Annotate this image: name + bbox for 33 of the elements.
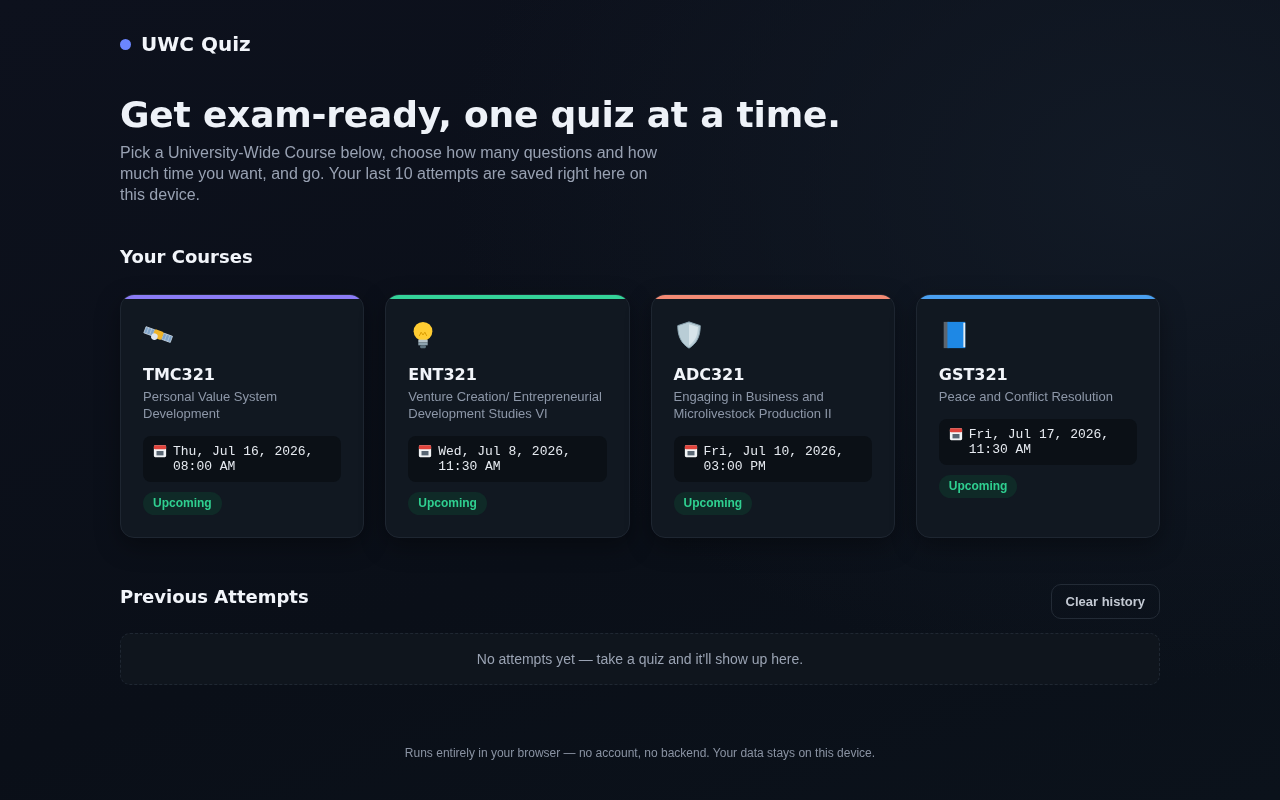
status-badge: Upcoming: [408, 492, 487, 515]
calendar-icon: [153, 444, 167, 458]
exam-date: Thu, Jul 16, 2026, 08:00 AM: [173, 444, 315, 474]
exam-date: Fri, Jul 10, 2026, 03:00 PM: [703, 444, 845, 474]
course-title: Peace and Conflict Resolution: [938, 388, 1113, 405]
course-code: GST321: [938, 364, 1008, 386]
footer-note: Runs entirely in your browser — no account, no backend. Your data stays on this device.: [404, 746, 876, 760]
hero-subtitle: Pick a University-Wide Course below, choose how many questions and how much time you want, and go. Your last 10 attempts are saved right here on this device.: [120, 143, 659, 205]
course-title: Personal Value System Development: [143, 388, 279, 422]
calendar-icon: [683, 444, 698, 458]
course-card[interactable]: ENT321 Venture Creation/ Entrepreneurial Development Studies VI Wed, Jul 8, 2026, 11:30 AM Upcoming: [385, 294, 630, 538]
empty-message: No attempts yet — take a quiz and it'll show up here.: [476, 651, 804, 667]
hero-title: Get exam-ready, one quiz at a time.: [120, 93, 841, 137]
brand-name: UWC Quiz: [141, 32, 251, 56]
course-title: Engaging in Business and Microlivestock Production II: [673, 388, 833, 422]
course-title: Venture Creation/ Entrepreneurial Development Studies VI: [408, 388, 603, 422]
calendar-icon: [418, 444, 433, 458]
exam-date: Wed, Jul 8, 2026, 11:30 AM: [438, 444, 572, 474]
course-code: ADC321: [673, 364, 745, 386]
brand-dot-icon: [120, 38, 131, 50]
status-badge: Upcoming: [673, 492, 753, 515]
clear-history-button[interactable]: Clear history: [1050, 584, 1160, 619]
section-heading: Previous Attempts: [120, 584, 309, 609]
course-card[interactable]: TMC321 Personal Value System Development Thu, Jul 16, 2026, 08:00 AM Upcoming: [120, 294, 365, 538]
status-badge: Upcoming: [143, 492, 222, 515]
status-badge: Upcoming: [938, 475, 1018, 498]
calendar-icon: [948, 427, 963, 441]
section-heading: Your Courses: [120, 245, 253, 269]
exam-date: Fri, Jul 17, 2026, 11:30 AM: [968, 427, 1111, 457]
course-code: ENT321: [408, 364, 477, 386]
course-card[interactable]: ADC321 Engaging in Business and Microlivestock Production II Fri, Jul 10, 2026, 03:00 PM Upcoming: [650, 294, 895, 538]
course-code: TMC321: [143, 364, 215, 386]
course-card[interactable]: GST321 Peace and Conflict Resolution Fri, Jul 17, 2026, 11:30 AM Upcoming: [915, 294, 1160, 538]
